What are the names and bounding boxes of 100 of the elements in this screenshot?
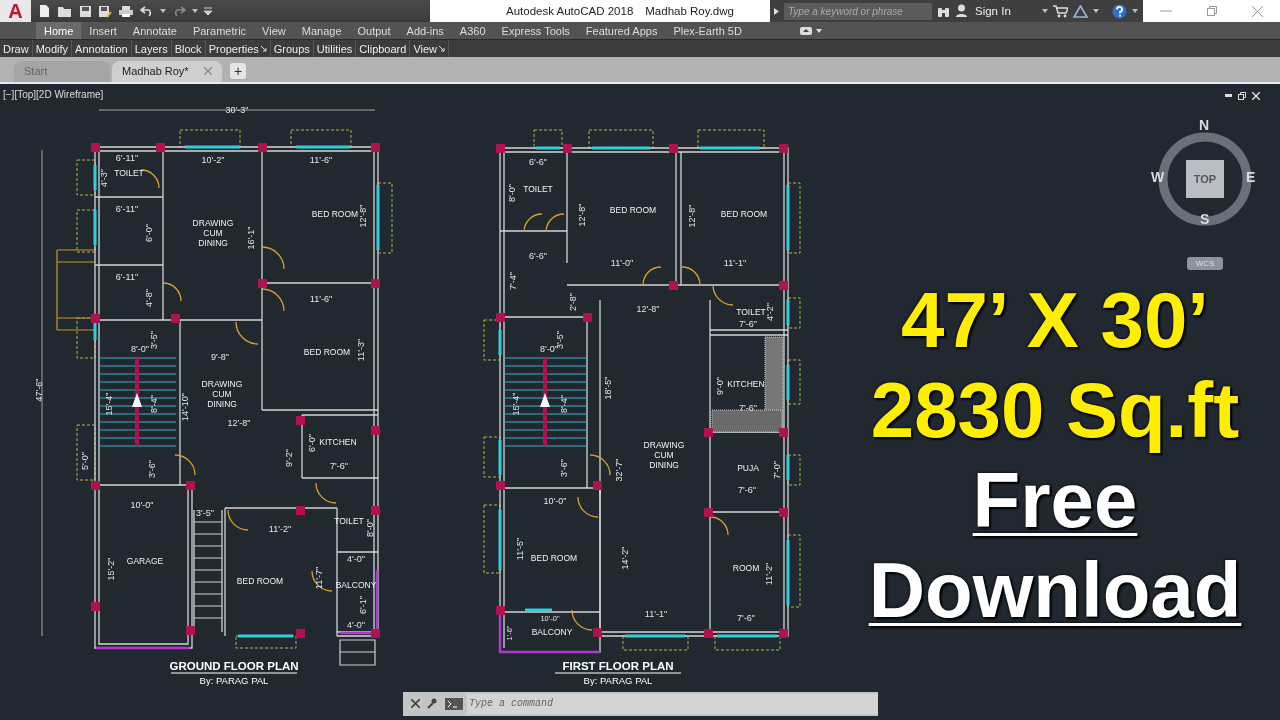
headline-text: 47’ X 30’ bbox=[901, 276, 1209, 364]
dimension-label: 7'-6" bbox=[739, 319, 757, 329]
help-icon[interactable] bbox=[1112, 3, 1127, 19]
headline-text: 2830 Sq.ft bbox=[870, 366, 1240, 454]
viewport-controls-label[interactable]: [−][Top][2D Wireframe] bbox=[3, 89, 104, 100]
dimension-label: 15'-4" bbox=[104, 392, 114, 416]
plan-author: By: PARAG PAL bbox=[583, 675, 653, 686]
ribbon-tab[interactable]: View bbox=[254, 22, 294, 40]
undo-icon[interactable] bbox=[140, 5, 154, 17]
ribbon-panel-button[interactable]: Utilities bbox=[313, 40, 357, 57]
dimension-label: 8'-0" bbox=[540, 344, 558, 354]
dimension-label: 3'-5" bbox=[149, 331, 159, 349]
room-label: TOILET bbox=[334, 516, 364, 526]
compass-label[interactable]: E bbox=[1246, 169, 1256, 185]
dimension-label: 30'-3" bbox=[225, 105, 249, 115]
ribbon-panel-button[interactable]: Groups bbox=[270, 40, 314, 57]
ribbon-panel-button[interactable]: View bbox=[410, 40, 450, 57]
dimension-label: 8'-0" bbox=[131, 344, 149, 354]
dimension-label: 6'-11" bbox=[115, 204, 139, 214]
compass-label[interactable]: N bbox=[1199, 117, 1210, 133]
dimension-label: 9'-0" bbox=[715, 377, 725, 395]
cart-icon[interactable] bbox=[1053, 4, 1068, 18]
compass-label[interactable]: W bbox=[1151, 169, 1165, 185]
dimension-label: 11'-2" bbox=[764, 562, 774, 586]
dimension-label: 14'-2" bbox=[620, 546, 630, 570]
window-title: Autodesk AutoCAD 2018 bbox=[506, 5, 634, 17]
ribbon-tab[interactable]: Annotate bbox=[124, 22, 185, 40]
search-field[interactable]: Type a keyword or phrase bbox=[784, 2, 932, 20]
dimension-label: 11'-1" bbox=[723, 258, 747, 268]
caret-icon[interactable] bbox=[1132, 9, 1138, 13]
dimension-label: 15'-2" bbox=[106, 557, 116, 581]
dimension-label: 18'-5" bbox=[603, 376, 613, 400]
ribbon-tab[interactable]: Featured Apps bbox=[577, 22, 666, 40]
ribbon-tab[interactable]: Parametric bbox=[184, 22, 255, 40]
folder-icon[interactable] bbox=[57, 4, 73, 18]
dimension-label: 2'-8" bbox=[568, 293, 578, 311]
caret-icon[interactable] bbox=[160, 9, 166, 13]
dimension-label: 14'-10" bbox=[180, 393, 190, 421]
new-file-icon[interactable] bbox=[37, 4, 51, 18]
ribbon-panel-button[interactable]: Annotation bbox=[72, 40, 132, 57]
ribbon-tab[interactable]: A360 bbox=[451, 22, 494, 40]
ribbon-panel-button[interactable]: Block bbox=[171, 40, 206, 57]
triangle-icon[interactable] bbox=[1073, 4, 1088, 18]
dimension-label: 6'-6" bbox=[529, 251, 547, 261]
dimension-label: 5'-0" bbox=[80, 452, 90, 470]
prompt-icon[interactable] bbox=[445, 698, 463, 710]
customize-icon[interactable] bbox=[204, 7, 212, 15]
save-as-icon[interactable] bbox=[98, 4, 112, 18]
caret-icon[interactable] bbox=[1093, 9, 1099, 13]
dimension-label: 6'-11" bbox=[115, 272, 139, 282]
ribbon-tab[interactable]: Add-ins bbox=[398, 22, 452, 40]
application-menu-button[interactable]: A bbox=[0, 0, 31, 22]
dimension-label: 12'-8" bbox=[227, 418, 251, 428]
ribbon-panel-button[interactable]: Draw bbox=[0, 40, 33, 57]
dimension-label: 10'-0" bbox=[543, 496, 567, 506]
ribbon-tab[interactable]: Express Tools bbox=[493, 22, 578, 40]
close-icon[interactable] bbox=[411, 699, 420, 709]
ribbon-panel-button[interactable]: Properties bbox=[205, 40, 271, 57]
dimension-label: 6'-6" bbox=[529, 157, 547, 167]
room-label: DRAWING CUM DINING bbox=[201, 379, 243, 409]
caret-icon[interactable] bbox=[192, 9, 198, 13]
command-input-field[interactable]: Type a command bbox=[467, 694, 878, 714]
ribbon-tab[interactable]: Output bbox=[349, 22, 399, 40]
save-icon[interactable] bbox=[79, 4, 92, 18]
wrench-icon[interactable] bbox=[426, 698, 437, 710]
room-label: BALCONY bbox=[335, 580, 377, 590]
user-icon[interactable] bbox=[955, 4, 968, 18]
dimension-label: 6'-1" bbox=[358, 596, 368, 614]
dimension-label: 8'-0" bbox=[365, 519, 375, 537]
view-cube-face[interactable]: TOP bbox=[1186, 160, 1224, 198]
panel-toggle-icon[interactable] bbox=[799, 26, 822, 35]
new-tab-button[interactable]: + bbox=[230, 63, 246, 79]
minimize-icon[interactable] bbox=[1225, 94, 1232, 98]
ribbon-tab[interactable]: Manage bbox=[293, 22, 350, 40]
file-tab[interactable]: Madhab Roy* bbox=[112, 61, 222, 82]
dimension-label: 12'-8" bbox=[636, 304, 660, 314]
file-tab-label[interactable]: Madhab Roy* bbox=[122, 65, 189, 78]
ribbon-panel-button[interactable]: Layers bbox=[131, 40, 172, 57]
headline-text: Download bbox=[868, 546, 1242, 634]
caret-icon[interactable] bbox=[1042, 9, 1048, 13]
room-label: DRAWING CUM DINING bbox=[192, 218, 234, 248]
redo-icon[interactable] bbox=[172, 5, 186, 17]
dimension-label: 7'-6" bbox=[330, 461, 348, 471]
dimension-label: 7'-6" bbox=[737, 613, 755, 623]
ribbon-tab[interactable]: Plex-Earth 5D bbox=[665, 22, 750, 40]
sign-in-button[interactable]: Sign In bbox=[973, 5, 1037, 17]
restore-icon[interactable] bbox=[1238, 92, 1246, 100]
compass-label[interactable]: S bbox=[1200, 211, 1210, 227]
expand-icon[interactable] bbox=[774, 7, 779, 15]
dimension-label: 8'-4" bbox=[559, 395, 569, 413]
dimension-label: 7'-4" bbox=[508, 272, 518, 290]
ribbon-tab[interactable]: Home bbox=[36, 22, 82, 40]
ribbon-panel-button[interactable]: Modify bbox=[32, 40, 73, 57]
ribbon-panel-button[interactable]: Clipboard bbox=[356, 40, 411, 57]
ribbon-tab[interactable]: Insert bbox=[81, 22, 125, 40]
dimension-label: 7'-0" bbox=[772, 461, 782, 479]
dimension-label: 11'-6" bbox=[309, 155, 333, 165]
dimension-label: 3'-6" bbox=[147, 460, 157, 478]
room-label: BED ROOM bbox=[236, 576, 284, 586]
print-icon[interactable] bbox=[118, 4, 134, 18]
